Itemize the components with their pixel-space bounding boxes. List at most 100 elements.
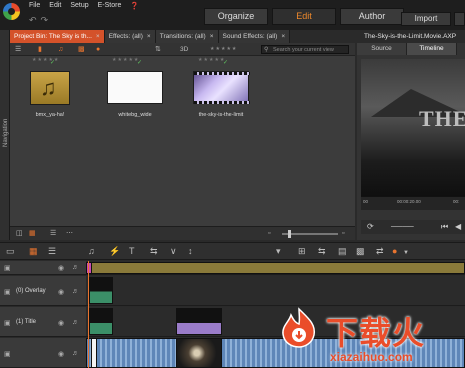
delete-icon[interactable]: ▩ bbox=[356, 246, 365, 256]
import-more-button[interactable] bbox=[454, 12, 465, 26]
visibility-icon[interactable]: ◉ bbox=[58, 288, 64, 296]
timeline-clip-white[interactable] bbox=[91, 338, 97, 368]
menu-estore[interactable]: E-Store bbox=[98, 2, 122, 10]
lock-icon[interactable]: ▣ bbox=[4, 350, 11, 358]
rating-filter[interactable]: ★★★★★ bbox=[210, 46, 237, 53]
menu-edit[interactable]: Edit bbox=[49, 2, 61, 10]
redo-icon[interactable]: ↷ bbox=[41, 15, 53, 25]
storyboard-icon[interactable]: ▭ bbox=[6, 246, 15, 256]
timeline-clip-title[interactable] bbox=[176, 308, 222, 335]
edit-tab[interactable]: Edit bbox=[272, 8, 336, 25]
group-icon[interactable]: ▤ bbox=[338, 246, 347, 256]
import-button[interactable]: Import bbox=[401, 12, 451, 26]
folder-icon[interactable]: ▮ bbox=[38, 46, 42, 53]
zoom-slider-handle[interactable] bbox=[288, 230, 291, 238]
clip-thumbnail-video[interactable] bbox=[193, 71, 250, 104]
tab-source[interactable]: Source bbox=[357, 43, 407, 55]
preview-screen[interactable]: THE bbox=[361, 59, 465, 196]
player-title: The-Sky-is-the-Limit.Movie.AXP bbox=[357, 30, 465, 43]
snap-icon[interactable]: ⇆ bbox=[150, 246, 158, 256]
filmstrip-border bbox=[194, 72, 250, 75]
filter-icon[interactable]: ☰ bbox=[15, 46, 21, 53]
playhead[interactable] bbox=[88, 261, 89, 368]
3d-filter[interactable]: 3D bbox=[180, 46, 188, 53]
speaker-icon[interactable]: ♬ bbox=[72, 319, 79, 326]
undo-redo: ↶↷ bbox=[29, 15, 52, 26]
chevron-down-icon[interactable]: ▼ bbox=[403, 248, 409, 258]
track-header[interactable]: ▣ ◉ ♬ bbox=[0, 261, 86, 275]
visibility-icon[interactable]: ◉ bbox=[58, 264, 64, 272]
track-header[interactable]: ▣ (0) Overlay ◉ ♬ bbox=[0, 276, 86, 306]
previous-frame-icon[interactable]: ⏮ bbox=[441, 222, 448, 232]
visibility-icon[interactable]: ◉ bbox=[58, 350, 64, 358]
clip-rating[interactable]: ★★★★★ bbox=[198, 57, 225, 63]
close-icon[interactable]: × bbox=[210, 33, 214, 40]
visibility-icon[interactable]: ◉ bbox=[58, 319, 64, 327]
close-icon[interactable]: × bbox=[281, 33, 285, 40]
close-icon[interactable]: × bbox=[147, 33, 151, 40]
tab-timeline[interactable]: Timeline bbox=[407, 43, 457, 55]
speaker-icon[interactable]: ♬ bbox=[72, 288, 79, 295]
timeline-view-icon[interactable]: ▦ bbox=[29, 246, 38, 256]
app-logo bbox=[3, 3, 20, 20]
zoom-in-icon[interactable]: ▫ bbox=[342, 229, 344, 239]
split-icon[interactable]: ↕ bbox=[188, 246, 193, 256]
trim-icon[interactable]: ⇆ bbox=[318, 246, 326, 256]
ripple-icon[interactable]: ⇄ bbox=[376, 246, 384, 256]
loop-icon[interactable]: ⟳ bbox=[367, 222, 374, 231]
sort-icon[interactable]: ⇅ bbox=[155, 46, 161, 53]
lock-icon[interactable]: ▣ bbox=[4, 288, 11, 296]
tab-sound-effects[interactable]: Sound Effects: (all) × bbox=[218, 30, 291, 43]
menu-file[interactable]: File bbox=[29, 2, 40, 10]
clip-rating[interactable]: ★★★★★ bbox=[112, 57, 139, 63]
player-ruler[interactable]: 00 00:00:20.00 00: bbox=[361, 196, 465, 210]
timeline-clip-music[interactable] bbox=[86, 262, 465, 274]
author-tab[interactable]: Author bbox=[340, 8, 404, 25]
undo-icon[interactable]: ↶ bbox=[29, 15, 41, 25]
zoom-out-icon[interactable]: ▫ bbox=[268, 229, 270, 239]
volume-slider[interactable]: ──── bbox=[391, 222, 414, 231]
timeline-clip-title[interactable] bbox=[89, 308, 113, 335]
view-list-icon[interactable]: ☰ bbox=[50, 229, 56, 239]
tab-effects[interactable]: Effects: (all) × bbox=[104, 30, 156, 43]
organize-tab[interactable]: Organize bbox=[204, 8, 268, 25]
track-lane[interactable] bbox=[86, 276, 465, 306]
crop-icon[interactable]: ⊞ bbox=[298, 246, 306, 256]
clip-thumbnail-image[interactable] bbox=[107, 71, 163, 104]
collection-icon[interactable]: ◫ bbox=[16, 229, 23, 239]
disc-icon[interactable]: ● bbox=[96, 46, 100, 53]
title-icon[interactable]: T bbox=[129, 246, 135, 256]
transition-icon[interactable]: ∨ bbox=[170, 246, 177, 256]
track-lane[interactable] bbox=[86, 261, 465, 275]
lock-icon[interactable]: ▣ bbox=[4, 319, 11, 327]
timeline-clip-overlay[interactable] bbox=[89, 277, 113, 304]
track-header[interactable]: ▣ (1) Title ◉ ♬ bbox=[0, 307, 86, 337]
speaker-icon[interactable]: ♬ bbox=[72, 350, 79, 357]
help-icon[interactable]: ❓ bbox=[130, 2, 139, 10]
clip-rating[interactable]: ★★★★★ bbox=[32, 57, 59, 63]
view-grid-icon[interactable]: ▦ bbox=[29, 229, 36, 239]
library-tabs: Project Bin: The Sky is th... × Effects: … bbox=[10, 30, 355, 43]
more-icon[interactable]: ⋯ bbox=[66, 229, 73, 239]
filmstrip-border bbox=[194, 101, 250, 104]
watermark: 下载火 xiazaihuo.com bbox=[272, 304, 465, 368]
speaker-icon[interactable]: ♬ bbox=[72, 264, 79, 271]
tab-project-bin[interactable]: Project Bin: The Sky is th... × bbox=[10, 30, 105, 43]
track-header[interactable]: ▣ ◉ ♬ bbox=[0, 338, 86, 368]
image-filter-icon[interactable]: ▩ bbox=[78, 46, 85, 53]
razor-icon[interactable]: ⚡ bbox=[109, 246, 120, 256]
music-filter-icon[interactable]: ♫ bbox=[58, 46, 63, 53]
timeline-clip-image[interactable] bbox=[176, 338, 222, 368]
record-marker-icon[interactable]: ● bbox=[392, 246, 397, 256]
lock-icon[interactable]: ▣ bbox=[4, 264, 11, 272]
rewind-icon[interactable]: ◀ bbox=[455, 222, 461, 231]
tab-transitions[interactable]: Transitions: (all) × bbox=[155, 30, 219, 43]
navigation-rail[interactable]: Navigation bbox=[0, 30, 10, 240]
marker-icon[interactable]: ▾ bbox=[276, 246, 281, 256]
clip-thumbnail-music[interactable]: ♫ bbox=[30, 71, 70, 105]
track-options-icon[interactable]: ☰ bbox=[48, 246, 56, 256]
close-icon[interactable]: × bbox=[96, 33, 100, 40]
library-search-input[interactable]: ⚲ Search your current view bbox=[261, 45, 349, 54]
audio-mixer-icon[interactable]: ♫ bbox=[88, 246, 95, 256]
menu-setup[interactable]: Setup bbox=[70, 2, 88, 10]
